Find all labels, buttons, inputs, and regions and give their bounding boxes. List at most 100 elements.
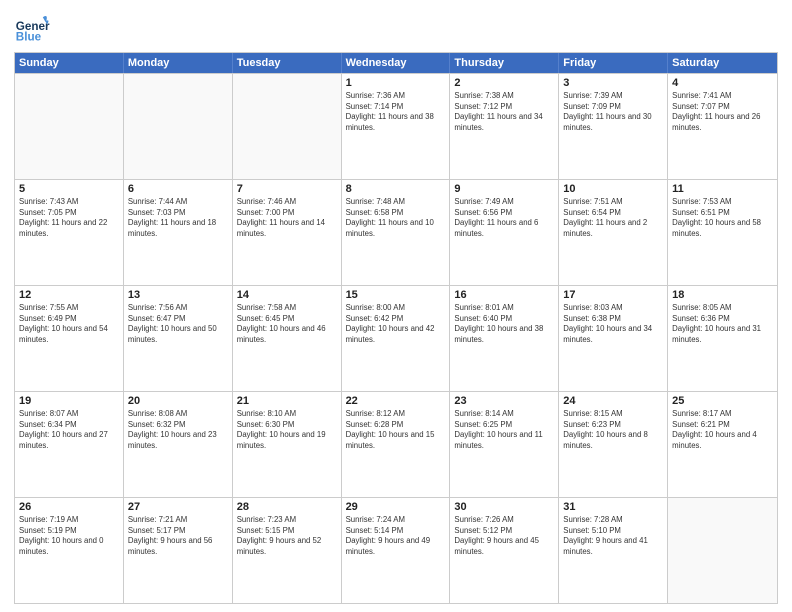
weekday-header-tuesday: Tuesday [233, 53, 342, 73]
calendar-row-0: 1 Sunrise: 7:36 AM Sunset: 7:14 PM Daylig… [15, 73, 777, 179]
cell-info: Sunrise: 7:19 AM Sunset: 5:19 PM Dayligh… [19, 515, 119, 557]
calendar-cell: 12 Sunrise: 7:55 AM Sunset: 6:49 PM Dayli… [15, 286, 124, 391]
cell-info: Sunrise: 8:05 AM Sunset: 6:36 PM Dayligh… [672, 303, 773, 345]
calendar-cell: 3Sunrise: 7:39 AM Sunset: 7:09 PM Daylig… [559, 74, 668, 179]
cell-date: 22 [346, 395, 446, 407]
cell-info: Sunrise: 8:07 AM Sunset: 6:34 PM Dayligh… [19, 409, 119, 451]
cell-date: 24 [563, 395, 663, 407]
calendar-cell: 6 Sunrise: 7:44 AM Sunset: 7:03 PM Daylig… [124, 180, 233, 285]
cell-info: Sunrise: 7:56 AM Sunset: 6:47 PM Dayligh… [128, 303, 228, 345]
cell-info: Sunrise: 7:38 AM Sunset: 7:12 PM Dayligh… [454, 91, 554, 133]
cell-date: 3 [563, 77, 663, 89]
calendar-body: 1 Sunrise: 7:36 AM Sunset: 7:14 PM Daylig… [15, 73, 777, 603]
calendar-cell: 18 Sunrise: 8:05 AM Sunset: 6:36 PM Dayli… [668, 286, 777, 391]
calendar-cell: 31 Sunrise: 7:28 AM Sunset: 5:10 PM Dayli… [559, 498, 668, 603]
calendar-row-2: 12 Sunrise: 7:55 AM Sunset: 6:49 PM Dayli… [15, 285, 777, 391]
calendar-header: SundayMondayTuesdayWednesdayThursdayFrid… [15, 53, 777, 73]
calendar-cell: 4 Sunrise: 7:41 AM Sunset: 7:07 PM Daylig… [668, 74, 777, 179]
cell-info: Sunrise: 8:00 AM Sunset: 6:42 PM Dayligh… [346, 303, 446, 345]
cell-date: 7 [237, 183, 337, 195]
logo: General Blue [14, 10, 50, 46]
logo-icon: General Blue [14, 10, 50, 46]
calendar-cell [668, 498, 777, 603]
cell-date: 17 [563, 289, 663, 301]
cell-info: Sunrise: 8:12 AM Sunset: 6:28 PM Dayligh… [346, 409, 446, 451]
cell-date: 28 [237, 501, 337, 513]
weekday-header-friday: Friday [559, 53, 668, 73]
cell-info: Sunrise: 7:58 AM Sunset: 6:45 PM Dayligh… [237, 303, 337, 345]
cell-info: Sunrise: 7:44 AM Sunset: 7:03 PM Dayligh… [128, 197, 228, 239]
cell-info: Sunrise: 8:01 AM Sunset: 6:40 PM Dayligh… [454, 303, 554, 345]
calendar-cell: 24 Sunrise: 8:15 AM Sunset: 6:23 PM Dayli… [559, 392, 668, 497]
calendar-cell: 20Sunrise: 8:08 AM Sunset: 6:32 PM Dayli… [124, 392, 233, 497]
cell-date: 4 [672, 77, 773, 89]
cell-info: Sunrise: 7:49 AM Sunset: 6:56 PM Dayligh… [454, 197, 554, 239]
cell-date: 5 [19, 183, 119, 195]
calendar-cell [15, 74, 124, 179]
cell-date: 23 [454, 395, 554, 407]
cell-info: Sunrise: 7:55 AM Sunset: 6:49 PM Dayligh… [19, 303, 119, 345]
cell-info: Sunrise: 7:28 AM Sunset: 5:10 PM Dayligh… [563, 515, 663, 557]
cell-date: 12 [19, 289, 119, 301]
cell-info: Sunrise: 7:43 AM Sunset: 7:05 PM Dayligh… [19, 197, 119, 239]
cell-date: 26 [19, 501, 119, 513]
calendar-row-1: 5 Sunrise: 7:43 AM Sunset: 7:05 PM Daylig… [15, 179, 777, 285]
cell-date: 15 [346, 289, 446, 301]
calendar-cell: 5 Sunrise: 7:43 AM Sunset: 7:05 PM Daylig… [15, 180, 124, 285]
cell-info: Sunrise: 7:23 AM Sunset: 5:15 PM Dayligh… [237, 515, 337, 557]
weekday-header-sunday: Sunday [15, 53, 124, 73]
cell-date: 10 [563, 183, 663, 195]
calendar-cell: 19 Sunrise: 8:07 AM Sunset: 6:34 PM Dayli… [15, 392, 124, 497]
cell-date: 13 [128, 289, 228, 301]
cell-info: Sunrise: 7:48 AM Sunset: 6:58 PM Dayligh… [346, 197, 446, 239]
calendar-cell: 22 Sunrise: 8:12 AM Sunset: 6:28 PM Dayli… [342, 392, 451, 497]
cell-info: Sunrise: 8:14 AM Sunset: 6:25 PM Dayligh… [454, 409, 554, 451]
cell-date: 30 [454, 501, 554, 513]
cell-date: 19 [19, 395, 119, 407]
calendar-cell [233, 74, 342, 179]
cell-date: 29 [346, 501, 446, 513]
cell-info: Sunrise: 8:15 AM Sunset: 6:23 PM Dayligh… [563, 409, 663, 451]
calendar-cell: 1 Sunrise: 7:36 AM Sunset: 7:14 PM Daylig… [342, 74, 451, 179]
page-header: General Blue [14, 10, 778, 46]
calendar-cell [124, 74, 233, 179]
calendar-cell: 7 Sunrise: 7:46 AM Sunset: 7:00 PM Daylig… [233, 180, 342, 285]
cell-date: 1 [346, 77, 446, 89]
calendar-cell: 14 Sunrise: 7:58 AM Sunset: 6:45 PM Dayli… [233, 286, 342, 391]
cell-info: Sunrise: 7:51 AM Sunset: 6:54 PM Dayligh… [563, 197, 663, 239]
calendar-cell: 16Sunrise: 8:01 AM Sunset: 6:40 PM Dayli… [450, 286, 559, 391]
calendar: SundayMondayTuesdayWednesdayThursdayFrid… [14, 52, 778, 604]
calendar-cell: 30Sunrise: 7:26 AM Sunset: 5:12 PM Dayli… [450, 498, 559, 603]
cell-date: 8 [346, 183, 446, 195]
cell-info: Sunrise: 7:41 AM Sunset: 7:07 PM Dayligh… [672, 91, 773, 133]
cell-date: 25 [672, 395, 773, 407]
calendar-cell: 25 Sunrise: 8:17 AM Sunset: 6:21 PM Dayli… [668, 392, 777, 497]
calendar-cell: 21Sunrise: 8:10 AM Sunset: 6:30 PM Dayli… [233, 392, 342, 497]
cell-date: 31 [563, 501, 663, 513]
calendar-cell: 9Sunrise: 7:49 AM Sunset: 6:56 PM Daylig… [450, 180, 559, 285]
cell-info: Sunrise: 7:53 AM Sunset: 6:51 PM Dayligh… [672, 197, 773, 239]
page-container: General Blue SundayMondayTuesdayWednesda… [0, 0, 792, 612]
cell-info: Sunrise: 7:36 AM Sunset: 7:14 PM Dayligh… [346, 91, 446, 133]
calendar-cell: 29Sunrise: 7:24 AM Sunset: 5:14 PM Dayli… [342, 498, 451, 603]
weekday-header-thursday: Thursday [450, 53, 559, 73]
calendar-cell: 8 Sunrise: 7:48 AM Sunset: 6:58 PM Daylig… [342, 180, 451, 285]
calendar-cell: 26 Sunrise: 7:19 AM Sunset: 5:19 PM Dayli… [15, 498, 124, 603]
calendar-cell: 11 Sunrise: 7:53 AM Sunset: 6:51 PM Dayli… [668, 180, 777, 285]
cell-date: 14 [237, 289, 337, 301]
cell-date: 27 [128, 501, 228, 513]
cell-date: 11 [672, 183, 773, 195]
calendar-cell: 23 Sunrise: 8:14 AM Sunset: 6:25 PM Dayli… [450, 392, 559, 497]
cell-info: Sunrise: 8:03 AM Sunset: 6:38 PM Dayligh… [563, 303, 663, 345]
calendar-cell: 13 Sunrise: 7:56 AM Sunset: 6:47 PM Dayli… [124, 286, 233, 391]
cell-date: 2 [454, 77, 554, 89]
calendar-cell: 10 Sunrise: 7:51 AM Sunset: 6:54 PM Dayli… [559, 180, 668, 285]
cell-date: 6 [128, 183, 228, 195]
cell-info: Sunrise: 7:46 AM Sunset: 7:00 PM Dayligh… [237, 197, 337, 239]
cell-date: 18 [672, 289, 773, 301]
svg-text:Blue: Blue [16, 31, 42, 44]
calendar-cell: 15 Sunrise: 8:00 AM Sunset: 6:42 PM Dayli… [342, 286, 451, 391]
weekday-header-saturday: Saturday [668, 53, 777, 73]
cell-info: Sunrise: 8:17 AM Sunset: 6:21 PM Dayligh… [672, 409, 773, 451]
calendar-cell: 28 Sunrise: 7:23 AM Sunset: 5:15 PM Dayli… [233, 498, 342, 603]
